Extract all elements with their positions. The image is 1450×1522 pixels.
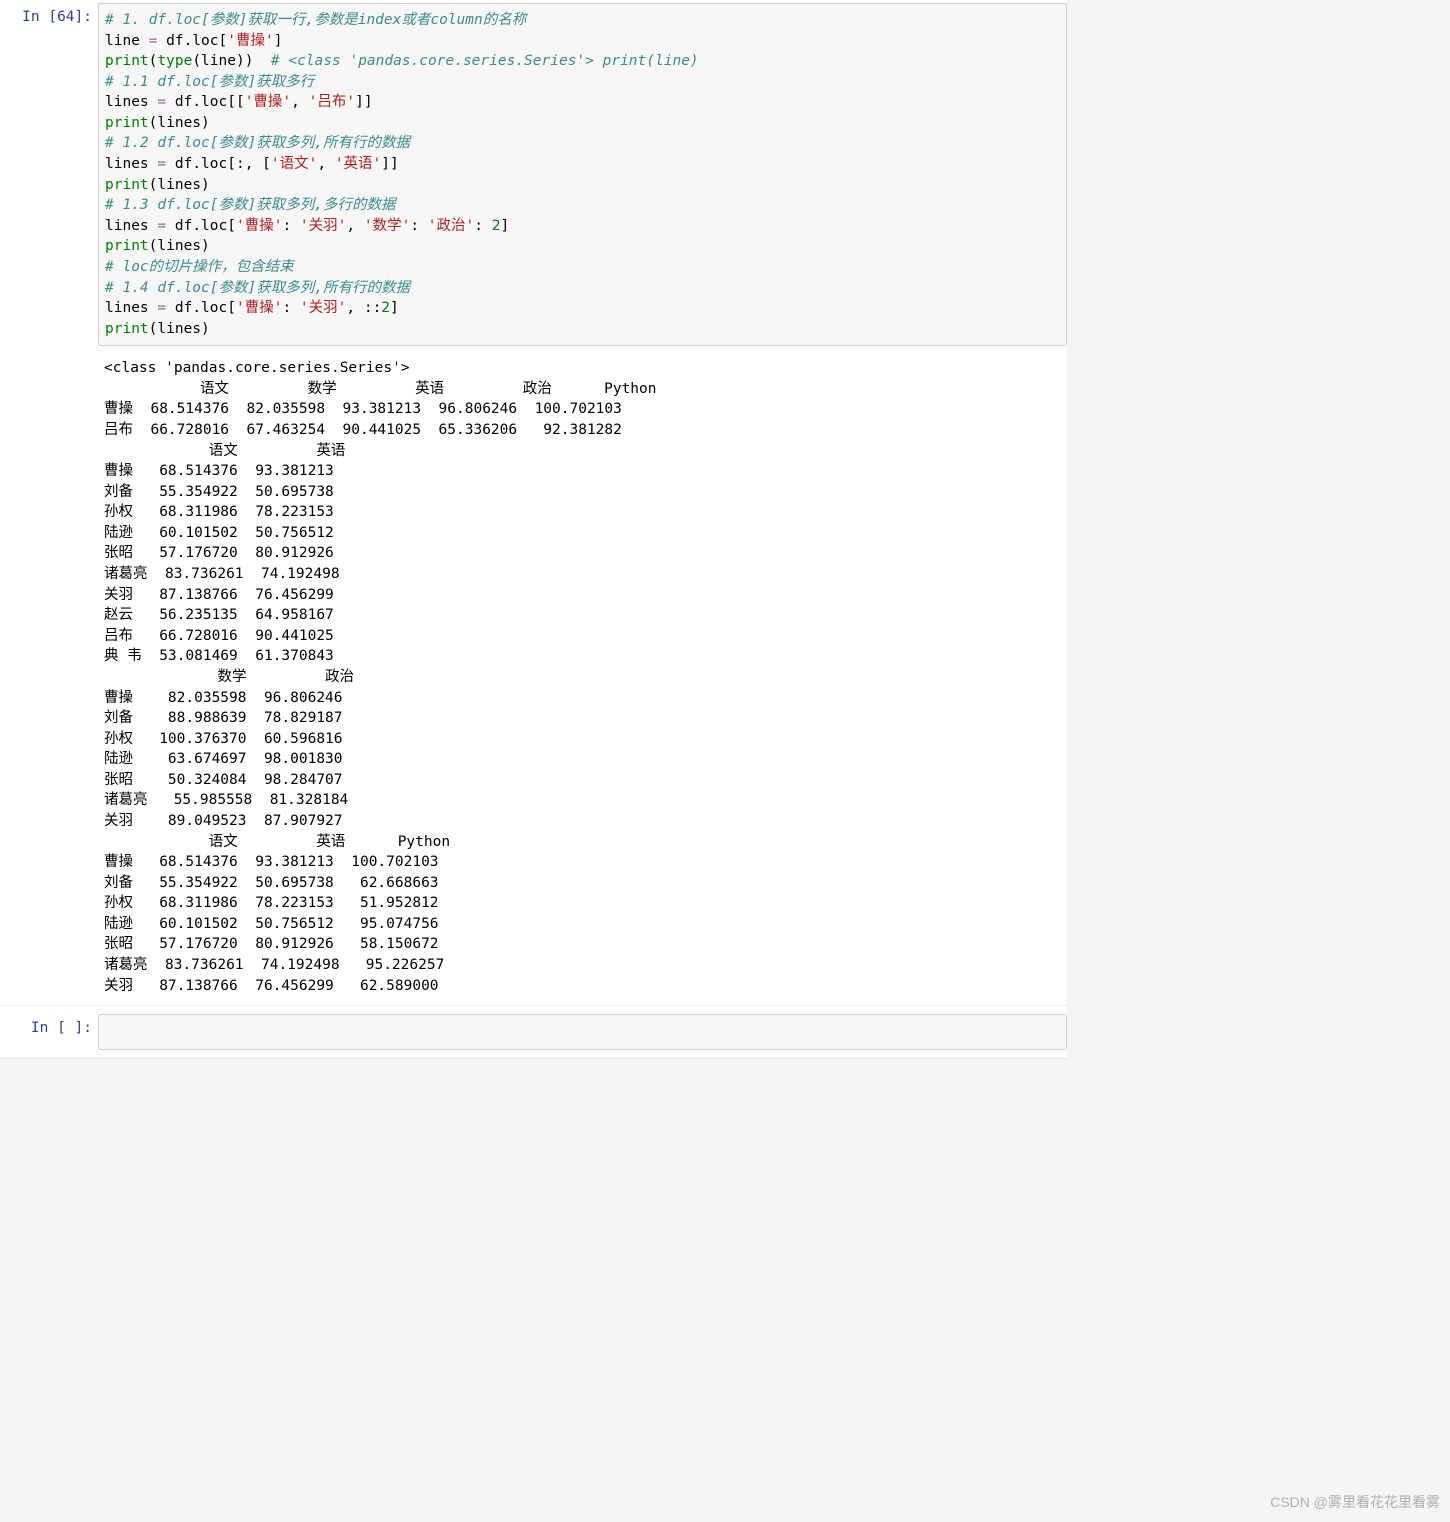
token: '数学' [364,218,410,234]
code-line: # 1.2 df.loc[参数]获取多列,所有行的数据 [105,133,1060,154]
code-line: print(lines) [105,113,1060,134]
token: , :: [346,300,381,316]
comment: # 1.3 df.loc[参数]获取多列,多行的数据 [105,197,395,213]
token: '英语' [335,156,381,172]
token: ] [390,300,399,316]
token: : [410,218,427,234]
token: 2 [381,300,390,316]
token: = [157,300,166,316]
token: : [282,300,299,316]
token: = [157,94,166,110]
token: '吕布' [309,94,355,110]
comment: # loc的切片操作，包含结束 [105,259,294,275]
notebook-container: In [64]: # 1. df.loc[参数]获取一行,参数是index或者c… [0,0,1067,1059]
token: (line)) [192,53,271,69]
token: '曹操' [227,33,273,49]
token: , [346,218,363,234]
comment: # 1.2 df.loc[参数]获取多列,所有行的数据 [105,135,410,151]
token: df.loc[ [166,218,236,234]
code-line: lines = df.loc['曹操': '关羽', ::2] [105,298,1060,319]
token: df.loc[:, [ [166,156,271,172]
token: '曹操' [236,300,282,316]
comment: # 1.1 df.loc[参数]获取多行 [105,74,314,90]
code-line: lines = df.loc[:, ['语文', '英语']] [105,154,1060,175]
code-input-area[interactable]: # 1. df.loc[参数]获取一行,参数是index或者column的名称 … [98,3,1067,346]
token: , [291,94,308,110]
code-line: lines = df.loc[['曹操', '吕布']] [105,92,1060,113]
token: print [105,321,149,337]
token: type [157,53,192,69]
comment: # <class 'pandas.core.series.Series'> pr… [271,53,699,69]
page: In [64]: # 1. df.loc[参数]获取一行,参数是index或者c… [0,0,1450,1522]
code-line: print(type(line)) # <class 'pandas.core.… [105,51,1060,72]
code-line: print(lines) [105,175,1060,196]
comment: # 1. df.loc[参数]获取一行,参数是index或者column的名称 [105,12,526,28]
token: , [317,156,334,172]
code-line: # 1. df.loc[参数]获取一行,参数是index或者column的名称 [105,10,1060,31]
token: : [474,218,491,234]
token: ] [500,218,509,234]
input-prompt: In [64]: [0,3,98,25]
code-line: print(lines) [105,319,1060,340]
code-line: print(lines) [105,236,1060,257]
token: line [105,33,149,49]
token: ]] [355,94,372,110]
code-line: line = df.loc['曹操'] [105,31,1060,52]
code-line: # 1.4 df.loc[参数]获取多列,所有行的数据 [105,278,1060,299]
token: '语文' [271,156,317,172]
token: print [105,53,149,69]
token: lines [105,94,157,110]
output-prompt [0,352,98,358]
token: (lines) [149,177,210,193]
token: ]] [381,156,398,172]
token: = [157,156,166,172]
token: : [282,218,299,234]
token: '曹操' [245,94,291,110]
token: '政治' [428,218,474,234]
watermark-text: CSDN @雾里看花花里看雾 [1270,1492,1440,1512]
token: lines [105,156,157,172]
token: (lines) [149,238,210,254]
token: '关羽' [300,218,346,234]
token: print [105,115,149,131]
code-cell: In [64]: # 1. df.loc[参数]获取一行,参数是index或者c… [0,0,1067,349]
token: '曹操' [236,218,282,234]
token: df.loc[ [157,33,227,49]
token: ] [274,33,283,49]
token: print [105,177,149,193]
token: print [105,238,149,254]
token: '关羽' [300,300,346,316]
token: df.loc[[ [166,94,245,110]
code-line: # 1.3 df.loc[参数]获取多列,多行的数据 [105,195,1060,216]
stdout-output: <class 'pandas.core.series.Series'> 语文 数… [98,352,1067,1002]
token: df.loc[ [166,300,236,316]
token: (lines) [149,115,210,131]
output-cell: <class 'pandas.core.series.Series'> 语文 数… [0,349,1067,1005]
code-line: # 1.1 df.loc[参数]获取多行 [105,72,1060,93]
code-line: lines = df.loc['曹操': '关羽', '数学': '政治': 2… [105,216,1060,237]
code-line: # loc的切片操作，包含结束 [105,257,1060,278]
token: lines [105,218,157,234]
input-prompt-empty: In [ ]: [0,1014,98,1036]
token: (lines) [149,321,210,337]
empty-code-cell: In [ ]: [0,1005,1067,1058]
token: = [157,218,166,234]
comment: # 1.4 df.loc[参数]获取多列,所有行的数据 [105,280,410,296]
empty-code-input[interactable] [98,1014,1067,1050]
token: lines [105,300,157,316]
